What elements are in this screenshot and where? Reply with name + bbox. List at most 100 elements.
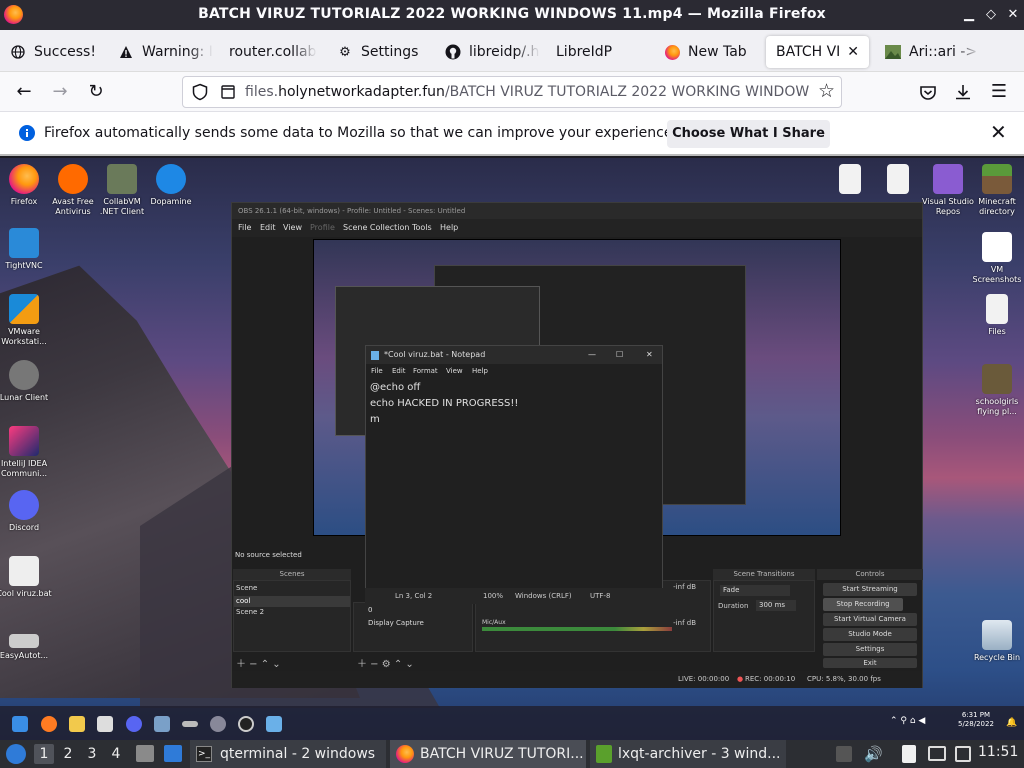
close-icon[interactable]: ✕	[1004, 6, 1022, 24]
maximize-icon[interactable]: ◇	[982, 6, 1000, 24]
start-virtual-camera-button[interactable]: Start Virtual Camera	[823, 613, 917, 626]
tab-libreidp-github[interactable]: libreidp/.h	[445, 36, 540, 68]
taskbar-item-lxqt-archiver[interactable]: lxqt-archiver - 3 wind...	[590, 740, 786, 768]
source-item[interactable]: 0	[354, 603, 472, 618]
obs-menu-tools[interactable]: Tools	[412, 223, 432, 232]
scene-item[interactable]: Scene	[234, 581, 350, 596]
exit-button[interactable]: Exit	[823, 658, 917, 668]
menu-button[interactable]: ☰	[987, 80, 1011, 104]
obs-menu-profile[interactable]: Profile	[310, 223, 335, 232]
notification-bell-icon[interactable]: 🔔	[1006, 718, 1017, 728]
obs-menu-help[interactable]: Help	[440, 223, 458, 232]
desktop-icon-minecraft[interactable]: Minecraft directory	[969, 164, 1024, 217]
desktop-icon-schoolgirls[interactable]: schoolgirls flying pl...	[969, 364, 1024, 417]
notepad-maximize-icon[interactable]: ☐	[616, 346, 623, 364]
obs-menu-file[interactable]: File	[238, 223, 251, 232]
notepad-menu-help[interactable]: Help	[472, 367, 488, 375]
desktop-icon-cool-viruz-bat[interactable]: Cool viruz.bat	[0, 556, 52, 599]
notepad-editor[interactable]: @echo off echo HACKED IN PROGRESS!! m	[370, 380, 518, 428]
desktop-icon-avast[interactable]: Avast Free Antivirus	[45, 164, 101, 217]
notepad-menu-file[interactable]: File	[371, 367, 383, 375]
system-tray-icons[interactable]: ⌃ ⚲ ⌂ ◀	[890, 716, 925, 726]
bookmark-star-icon[interactable]: ☆	[818, 80, 835, 102]
firefox-icon[interactable]	[41, 716, 57, 732]
taskbar-item-firefox[interactable]: BATCH VIRUZ TUTORI...	[390, 740, 586, 768]
tab-new-tab[interactable]: New Tab	[664, 36, 759, 68]
tab-warning[interactable]: Warning: I	[118, 36, 213, 68]
obs-icon[interactable]	[238, 716, 254, 732]
choose-what-i-share-button[interactable]: Choose What I Share	[667, 120, 830, 148]
notepad-icon[interactable]	[266, 716, 282, 732]
desktop-icon-intellij[interactable]: IntelliJ IDEA Communi...	[0, 426, 52, 479]
scene-item[interactable]: Scene 2	[234, 607, 350, 618]
volume-icon[interactable]: 🔊	[864, 745, 883, 763]
downloads-button[interactable]	[951, 80, 975, 104]
tab-close-icon[interactable]: ✕	[847, 44, 859, 60]
minimize-icon[interactable]: ▁	[960, 6, 978, 24]
windows-start-icon[interactable]	[12, 716, 28, 732]
desktop-icon-file-b[interactable]	[870, 164, 926, 197]
url-bar[interactable]: files.holynetworkadapter.fun/BATCH VIRUZ…	[182, 76, 842, 108]
notepad-menu-view[interactable]: View	[446, 367, 463, 375]
network-icon[interactable]	[955, 746, 971, 762]
transition-select[interactable]: Fade	[720, 585, 790, 596]
desktop-icon-vmware[interactable]: VMware Workstati...	[0, 294, 52, 347]
settings-button[interactable]: Settings	[823, 643, 917, 656]
notification-close-icon[interactable]: ✕	[990, 120, 1007, 144]
obs-menu-view[interactable]: View	[283, 223, 302, 232]
tab-libreidp[interactable]: LibreIdP	[556, 36, 651, 68]
taskbar-item-qterminal[interactable]: >_ qterminal - 2 windows	[190, 740, 386, 768]
start-streaming-button[interactable]: Start Streaming	[823, 583, 917, 596]
source-controls[interactable]: ＋ − ⚙ ⌃ ⌄	[357, 655, 414, 670]
tab-router[interactable]: router.collab	[229, 36, 317, 68]
reload-button[interactable]: ↻	[84, 80, 108, 104]
file-explorer-icon[interactable]	[69, 716, 85, 732]
notepad-close-icon[interactable]: ✕	[646, 346, 653, 364]
desktop-icon-vm-screenshots[interactable]: VM Screenshots	[969, 232, 1024, 285]
obs-menu-scene-collection[interactable]: Scene Collection	[343, 223, 410, 232]
tracking-shield-icon[interactable]	[191, 83, 209, 101]
clipboard-icon[interactable]	[902, 745, 916, 763]
stop-recording-button[interactable]: Stop Recording	[823, 598, 903, 611]
desktop-icon-easyauto[interactable]: EasyAutot...	[0, 622, 52, 661]
workspace-3[interactable]: 3	[82, 744, 102, 764]
studio-mode-button[interactable]: Studio Mode	[823, 628, 917, 641]
discord-icon[interactable]	[126, 716, 142, 732]
show-desktop-icon[interactable]	[164, 745, 182, 762]
workspace-1[interactable]: 1	[34, 744, 54, 764]
notepad-minimize-icon[interactable]: —	[588, 346, 596, 364]
desktop-icon-dopamine[interactable]: Dopamine	[143, 164, 199, 207]
desktop-icon-recycle-bin[interactable]: Recycle Bin	[969, 620, 1024, 663]
desktop-icon-visual-studio[interactable]: Visual Studio Repos	[920, 164, 976, 217]
pocket-icon[interactable]	[916, 80, 940, 104]
lxqt-menu-icon[interactable]	[6, 744, 26, 764]
source-item[interactable]: Display Capture	[354, 618, 472, 629]
keyboard-icon[interactable]	[182, 721, 198, 727]
desktop-icon-discord[interactable]: Discord	[0, 490, 52, 533]
scene-item[interactable]: cool	[234, 596, 350, 607]
desktop-icon-files[interactable]: Files	[969, 294, 1024, 337]
page-info-icon[interactable]	[219, 83, 237, 101]
tab-settings[interactable]: ⚙ Settings	[337, 36, 432, 68]
desktop-icon-tightvnc[interactable]: TightVNC	[0, 228, 52, 271]
notepad-menu-edit[interactable]: Edit	[392, 367, 406, 375]
desktop-icon-collabvm[interactable]: CollabVM .NET Client	[94, 164, 150, 217]
tab-ari[interactable]: Ari::ari ->	[885, 36, 980, 68]
notepad-menu-format[interactable]: Format	[413, 367, 438, 375]
video-player[interactable]: Firefox Avast Free Antivirus CollabVM .N…	[0, 158, 1024, 740]
obs-menu-edit[interactable]: Edit	[260, 223, 276, 232]
settings-icon[interactable]	[210, 716, 226, 732]
vm-icon[interactable]	[154, 716, 170, 732]
forward-button[interactable]: →	[48, 80, 72, 104]
store-icon[interactable]	[97, 716, 113, 732]
workspace-4[interactable]: 4	[106, 744, 126, 764]
tab-success[interactable]: Success!	[10, 36, 105, 68]
back-button[interactable]: ←	[12, 80, 36, 104]
notifications-icon[interactable]	[836, 746, 852, 762]
desktop-icon-lunar-client[interactable]: Lunar Client	[0, 360, 52, 403]
win11-clock[interactable]: 6:31 PM 5/28/2022	[958, 711, 994, 729]
scene-controls[interactable]: ＋ − ⌃ ⌄	[236, 655, 281, 670]
workspace-2[interactable]: 2	[58, 744, 78, 764]
tab-batch-viruz[interactable]: BATCH VIRU ✕	[766, 36, 869, 68]
panel-clock[interactable]: 11:51	[978, 744, 1018, 760]
